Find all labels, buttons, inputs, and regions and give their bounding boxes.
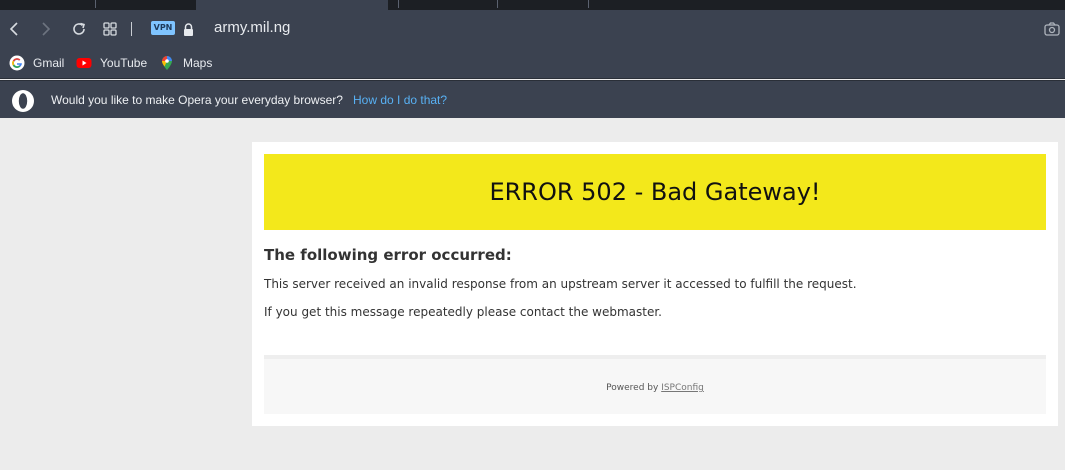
bookmark-label: Maps bbox=[183, 56, 213, 70]
powered-by: Powered by ISPConfig bbox=[264, 383, 1046, 393]
reload-button[interactable] bbox=[67, 17, 91, 41]
lock-icon[interactable] bbox=[183, 21, 194, 40]
tab-strip bbox=[0, 0, 1065, 10]
google-g-icon bbox=[9, 55, 25, 71]
error-description: This server received an invalid response… bbox=[264, 277, 857, 291]
page-footer: Powered by ISPConfig bbox=[264, 355, 1046, 414]
tab-separator bbox=[497, 0, 498, 8]
address-bar-url[interactable]: army.mil.ng bbox=[214, 19, 290, 36]
tab-active[interactable] bbox=[196, 0, 388, 10]
reload-icon bbox=[73, 22, 85, 35]
bookmark-maps[interactable]: Maps bbox=[159, 54, 212, 72]
error-banner: ERROR 502 - Bad Gateway! bbox=[264, 154, 1046, 230]
opera-logo-icon bbox=[12, 90, 34, 112]
tab-separator bbox=[95, 0, 96, 8]
error-contact-note: If you get this message repeatedly pleas… bbox=[264, 305, 662, 319]
bookmark-label: Gmail bbox=[33, 56, 65, 70]
default-browser-infobar: Would you like to make Opera your everyd… bbox=[0, 80, 1065, 118]
toolbar-divider bbox=[131, 22, 132, 36]
chevron-right-icon bbox=[42, 22, 51, 36]
page-viewport: ERROR 502 - Bad Gateway! The following e… bbox=[0, 118, 1065, 470]
browser-toolbar: VPN army.mil.ng bbox=[0, 10, 1065, 48]
error-heading: The following error occurred: bbox=[264, 246, 512, 264]
bookmark-gmail[interactable]: Gmail bbox=[9, 54, 64, 72]
camera-icon bbox=[1044, 22, 1060, 36]
powered-by-text: Powered by bbox=[606, 383, 659, 393]
bookmark-label: YouTube bbox=[100, 56, 148, 70]
ispconfig-link[interactable]: ISPConfig bbox=[661, 383, 704, 393]
tab-separator bbox=[398, 0, 399, 8]
chevron-left-icon bbox=[9, 22, 18, 36]
vpn-badge[interactable]: VPN bbox=[151, 21, 175, 35]
error-title: ERROR 502 - Bad Gateway! bbox=[489, 178, 821, 206]
maps-pin-icon bbox=[162, 56, 172, 70]
bookmark-youtube[interactable]: YouTube bbox=[76, 54, 147, 72]
grid-icon bbox=[103, 22, 117, 36]
error-card: ERROR 502 - Bad Gateway! The following e… bbox=[252, 142, 1058, 426]
back-button[interactable] bbox=[3, 17, 27, 41]
tab-separator bbox=[588, 0, 589, 8]
tabs-overview-button[interactable] bbox=[98, 17, 122, 41]
snapshot-button[interactable] bbox=[1040, 17, 1064, 41]
tab-next[interactable] bbox=[390, 0, 590, 10]
youtube-icon bbox=[76, 58, 92, 68]
infobar-help-link[interactable]: How do I do that? bbox=[353, 93, 447, 107]
infobar-message: Would you like to make Opera your everyd… bbox=[51, 93, 343, 107]
forward-button[interactable] bbox=[33, 17, 57, 41]
tab-previous[interactable] bbox=[0, 0, 194, 10]
bookmarks-bar: Gmail YouTube Maps bbox=[0, 48, 1065, 79]
